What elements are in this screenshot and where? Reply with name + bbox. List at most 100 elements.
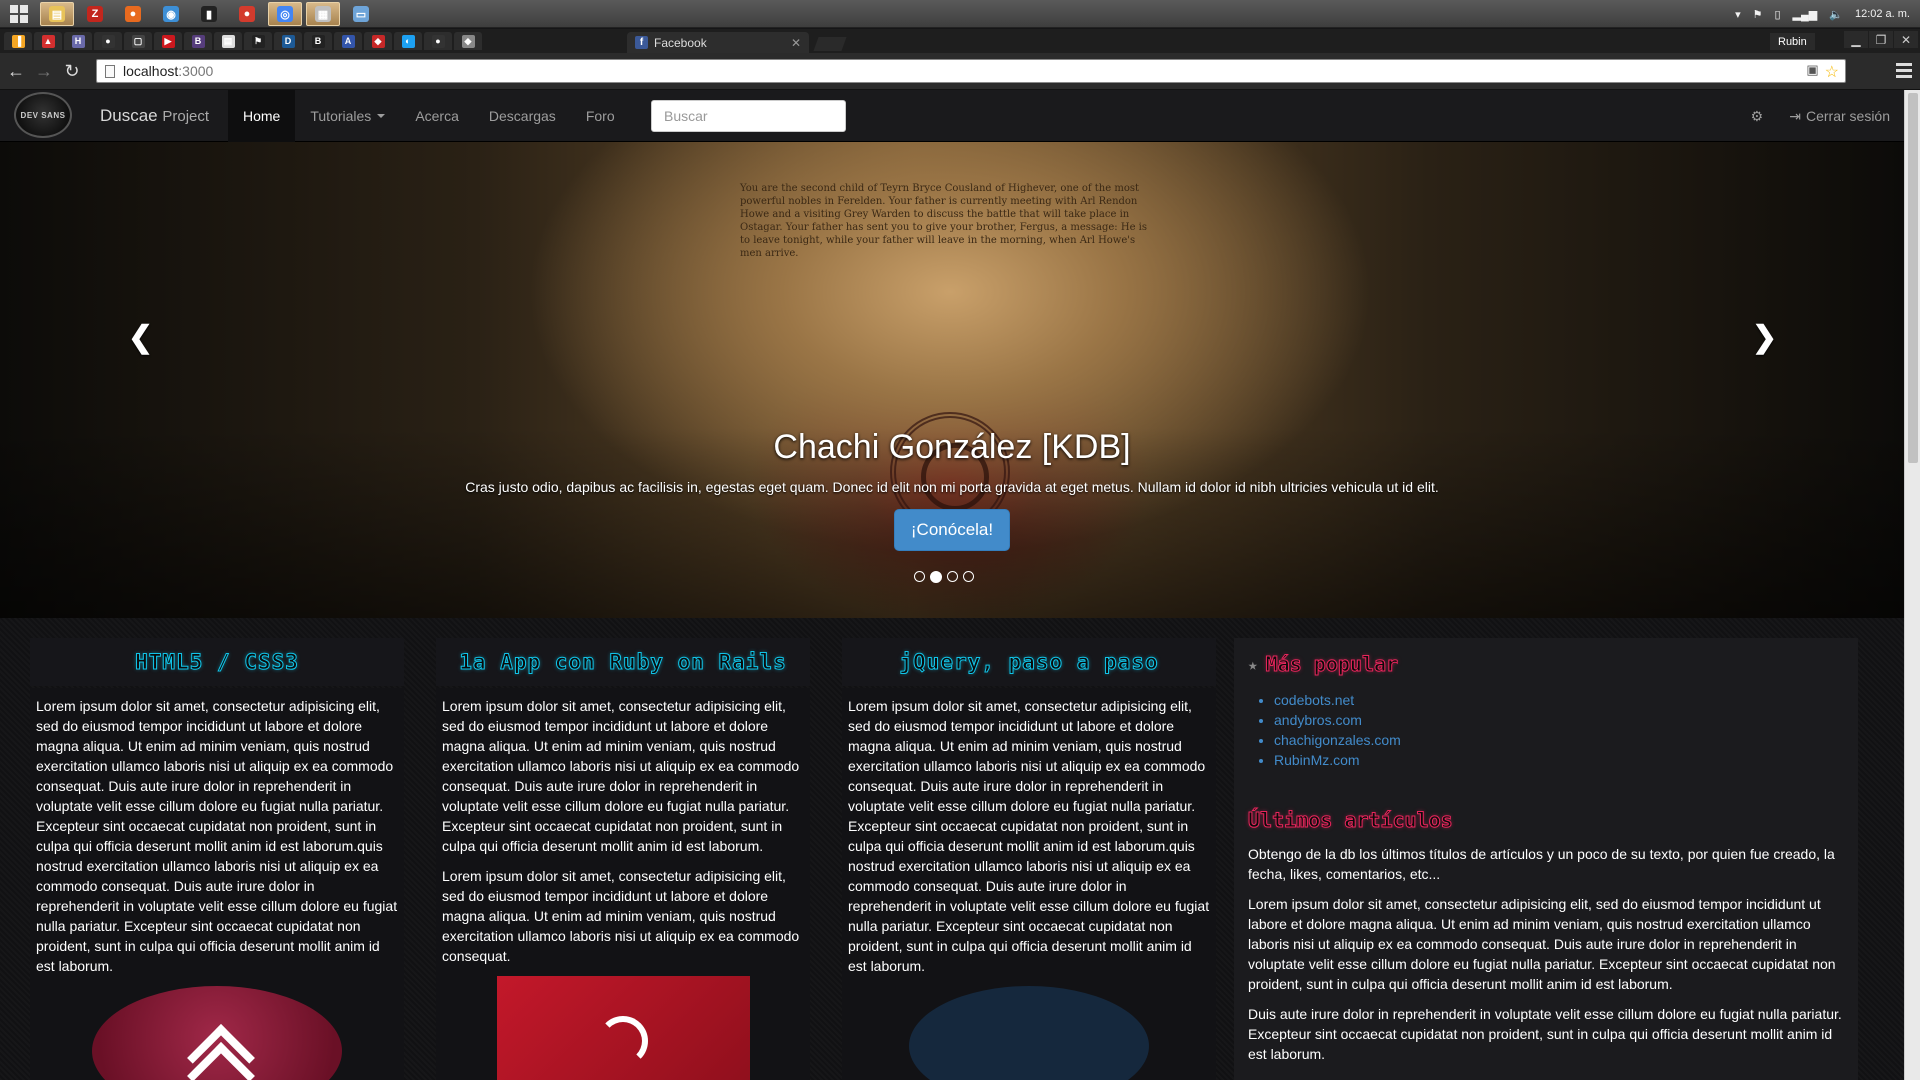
search-input[interactable] <box>651 100 846 132</box>
taskbar-app[interactable]: ▮ <box>192 2 226 26</box>
popular-link[interactable]: RubinMz.com <box>1274 752 1360 768</box>
minimize-icon[interactable]: ▁ <box>1844 31 1868 48</box>
nav-item-home[interactable]: Home <box>228 90 296 142</box>
file-explorer-icon: ▤ <box>49 6 65 22</box>
carousel-indicator[interactable] <box>914 571 925 582</box>
settings-gear-icon[interactable]: ⚙ <box>1751 108 1764 125</box>
hootsuite-icon: H <box>71 34 85 48</box>
brand-name: Duscae <box>100 106 158 125</box>
tray-chevron-icon[interactable]: ▾ <box>1735 8 1741 21</box>
address-bar[interactable]: localhost:3000 ▣ ☆ <box>96 59 1846 83</box>
profile-button[interactable]: Rubin <box>1770 33 1815 50</box>
pinned-tab[interactable]: ▤ <box>214 32 242 50</box>
pinned-tab[interactable]: ▶ <box>154 32 182 50</box>
system-clock[interactable]: 12:02 a. m. <box>1855 8 1910 20</box>
scrollbar-thumb[interactable] <box>1908 93 1918 463</box>
close-window-icon[interactable]: ✕ <box>1894 31 1918 48</box>
app-icon: ◉ <box>163 6 179 22</box>
column-paragraph: Lorem ipsum dolor sit amet, consectetur … <box>442 868 800 964</box>
nav-item-acerca[interactable]: Acerca <box>400 90 474 142</box>
pinned-tab[interactable]: ◐ <box>394 32 422 50</box>
pinned-tab[interactable]: D <box>274 32 302 50</box>
pinned-tab[interactable]: B <box>304 32 332 50</box>
popular-link[interactable]: chachigonzales.com <box>1274 732 1401 748</box>
action-center-flag-icon[interactable]: ⚑ <box>1753 8 1763 21</box>
filezilla-icon: Z <box>87 6 103 22</box>
page-scrollbar[interactable] <box>1904 90 1920 1080</box>
extension-icon[interactable]: ▣ <box>1806 62 1818 82</box>
bootstrap-icon: B <box>191 34 205 48</box>
carousel-indicator[interactable] <box>930 571 942 583</box>
pinned-tab[interactable]: B <box>184 32 212 50</box>
windows-start-button[interactable] <box>4 4 34 24</box>
browser-menu-icon[interactable] <box>1896 63 1912 78</box>
logout-link[interactable]: ⇥ Cerrar sesión <box>1789 108 1890 125</box>
flag-icon: ⚑ <box>251 34 265 48</box>
site-logo[interactable]: DEV SANS <box>14 92 72 138</box>
taskbar-app[interactable]: ◎ <box>268 2 302 26</box>
logout-label: Cerrar sesión <box>1805 108 1890 124</box>
popular-link[interactable]: andybros.com <box>1274 712 1362 728</box>
tab-close-icon[interactable]: ✕ <box>791 36 801 50</box>
nav-item-descargas[interactable]: Descargas <box>474 90 571 142</box>
carousel-prev-icon[interactable]: ❮ <box>128 320 153 355</box>
page-icon <box>105 64 115 78</box>
pinned-tab[interactable]: ◆ <box>364 32 392 50</box>
volume-icon[interactable]: 🔈 <box>1829 8 1843 21</box>
taskbar-app[interactable]: Z <box>78 2 112 26</box>
taskbar-app[interactable]: ▤ <box>40 2 74 26</box>
carousel-next-icon[interactable]: ❯ <box>1752 320 1777 355</box>
pinned-tab[interactable]: ⚑ <box>244 32 272 50</box>
pinned-tab[interactable]: A <box>334 32 362 50</box>
pinned-tab[interactable]: ▐ <box>4 32 32 50</box>
column-title[interactable]: 1a App con Ruby on Rails <box>436 638 810 686</box>
reload-icon[interactable]: ↻ <box>62 61 82 81</box>
taskbar-app[interactable]: ● <box>116 2 150 26</box>
tab-facebook[interactable]: f Facebook ✕ <box>627 32 809 53</box>
popular-link-item: andybros.com <box>1274 710 1844 730</box>
pinned-tab[interactable]: ● <box>424 32 452 50</box>
main-menu: Home Tutoriales Acerca Descargas Foro <box>228 90 630 142</box>
forward-arrow-icon[interactable]: → <box>34 61 54 81</box>
firefox-icon: ● <box>125 6 141 22</box>
sass-logo-image <box>92 986 342 1080</box>
nav-item-tutoriales[interactable]: Tutoriales <box>295 90 400 142</box>
taskbar-app[interactable]: ▦ <box>306 2 340 26</box>
carousel-cta-button[interactable]: ¡Conócela! <box>893 509 1011 551</box>
pinned-tab[interactable]: ▲ <box>34 32 62 50</box>
network-signal-icon[interactable]: ▂▄▆ <box>1793 8 1818 21</box>
popular-link-item: codebots.net <box>1274 690 1844 710</box>
carousel-indicator[interactable] <box>947 571 958 582</box>
taskbar-app[interactable]: ● <box>230 2 264 26</box>
carousel-indicators <box>914 571 974 583</box>
carousel-indicator[interactable] <box>963 571 974 582</box>
new-tab-button[interactable] <box>813 37 847 51</box>
popular-link[interactable]: codebots.net <box>1274 692 1354 708</box>
bookmark-star-icon[interactable]: ☆ <box>1825 62 1839 82</box>
column-title[interactable]: HTML5 / CSS3 <box>30 638 404 686</box>
page-viewport: DEV SANS Duscae Project Home Tutoriales Ac… <box>0 90 1904 1080</box>
logout-icon: ⇥ <box>1789 107 1801 124</box>
restore-icon[interactable]: ❐ <box>1869 31 1893 48</box>
pinned-tab[interactable]: H <box>64 32 92 50</box>
navbar-right: ⚙ ⇥ Cerrar sesión <box>1751 90 1890 142</box>
column-paragraph: Lorem ipsum dolor sit amet, consectetur … <box>36 698 398 974</box>
taskbar-app[interactable]: ▭ <box>344 2 378 26</box>
nav-item-label: Home <box>243 108 281 124</box>
taskbar-app[interactable]: ◉ <box>154 2 188 26</box>
box-icon: ▢ <box>131 34 145 48</box>
latest-heading: Últimos artículos <box>1248 808 1844 833</box>
record-icon: ● <box>239 6 255 22</box>
back-arrow-icon[interactable]: ← <box>6 61 26 81</box>
site-brand[interactable]: Duscae Project <box>100 106 209 126</box>
column-title[interactable]: jQuery, paso a paso <box>842 638 1216 686</box>
latest-articles: Obtengo de la db los últimos títulos de … <box>1248 844 1844 1064</box>
content-area: HTML5 / CSS3 Lorem ipsum dolor sit amet,… <box>0 618 1904 1080</box>
carousel-title: Chachi González [KDB] <box>773 428 1131 466</box>
pinned-tab[interactable]: ● <box>94 32 122 50</box>
pinned-tab[interactable]: ▢ <box>124 32 152 50</box>
column-paragraph: Lorem ipsum dolor sit amet, consectetur … <box>442 698 800 854</box>
nav-item-foro[interactable]: Foro <box>571 90 630 142</box>
battery-icon[interactable]: ▯ <box>1774 8 1780 21</box>
pinned-tab[interactable]: ◆ <box>454 32 482 50</box>
